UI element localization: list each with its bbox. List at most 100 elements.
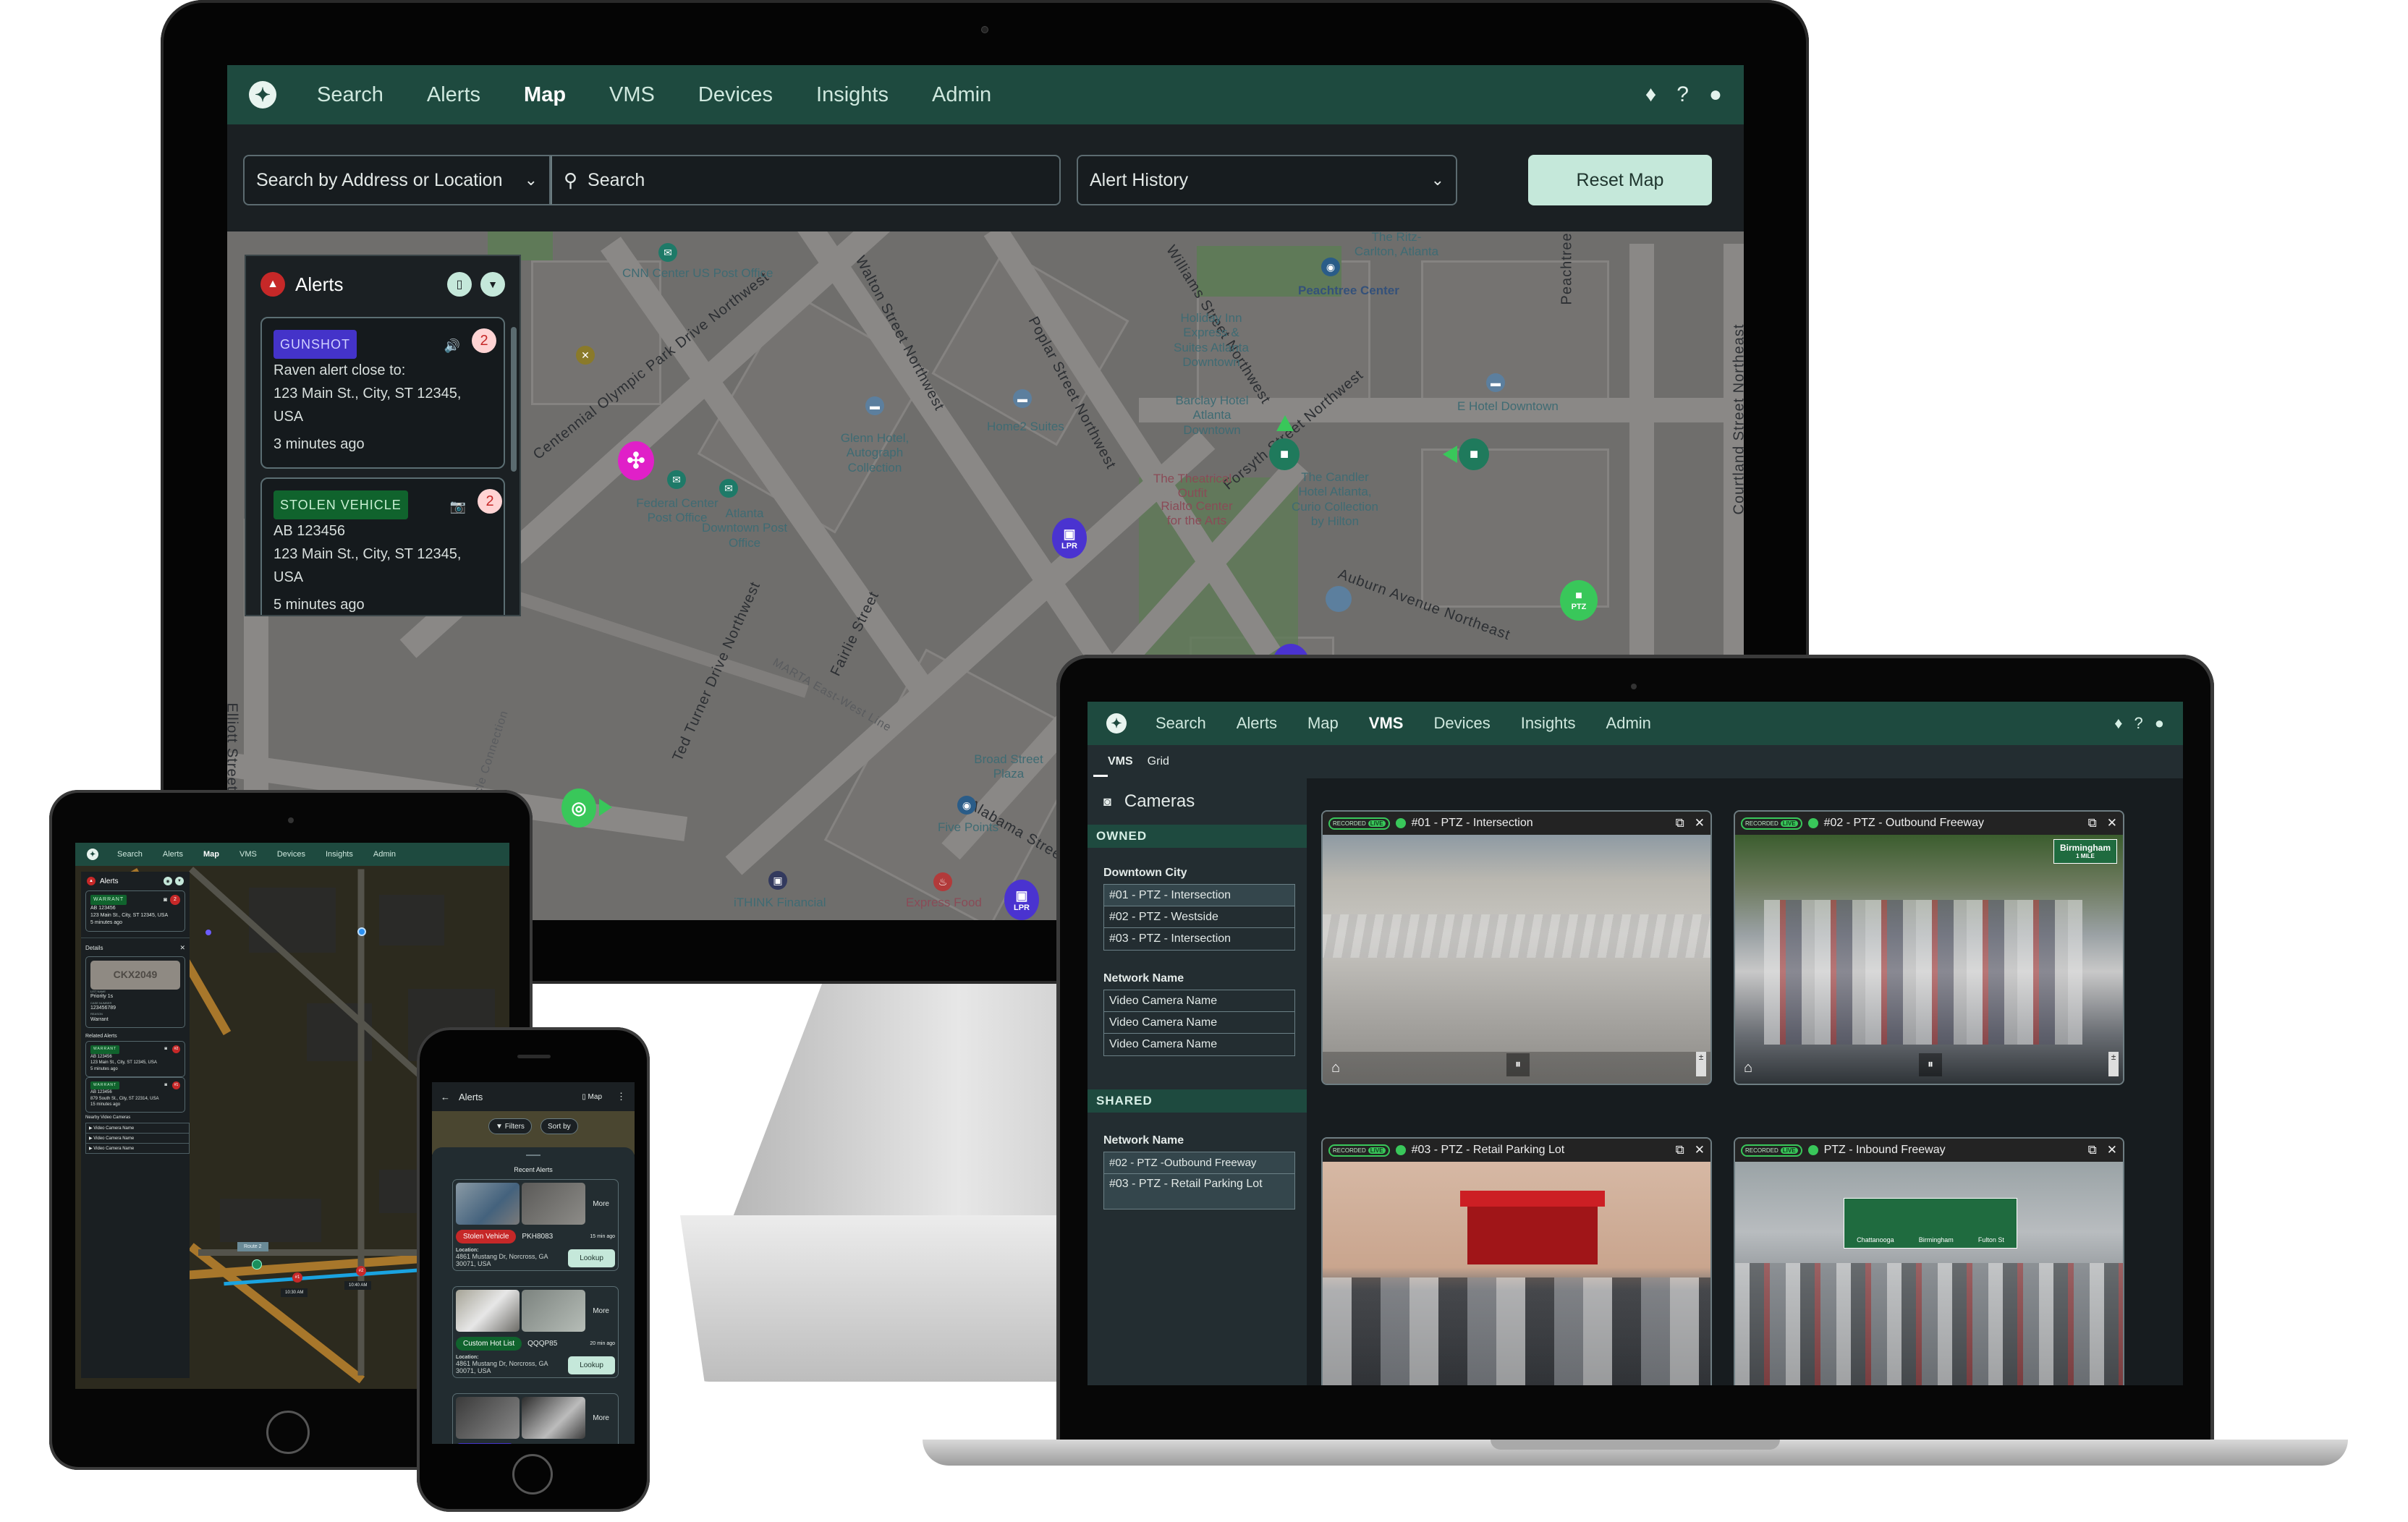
map-toggle-button[interactable]: ▯ Map [582, 1093, 602, 1101]
home-icon[interactable]: ⌂ [1331, 1060, 1340, 1076]
camera-marker[interactable]: ■ [1269, 438, 1300, 470]
pause-icon[interactable]: ⏸ [1506, 1053, 1530, 1076]
popout-icon[interactable]: ⧉ [1676, 816, 1684, 830]
camera-list-item[interactable]: #02 - PTZ -Outbound Freeway [1104, 1152, 1294, 1174]
camera-list-item[interactable]: #03 - PTZ - Retail Parking Lot [1104, 1174, 1294, 1209]
close-icon[interactable]: ✕ [1695, 1143, 1705, 1157]
filter-button[interactable]: ▼ [480, 272, 505, 297]
camera-list-item[interactable]: Video Camera Name [1104, 1034, 1294, 1055]
camera-tile[interactable]: RECORDED LIVE #01 - PTZ - Intersection ⧉ ✕… [1321, 810, 1712, 1085]
app-logo-icon[interactable]: ✦ [87, 849, 98, 860]
lookup-button[interactable]: Lookup [568, 1249, 615, 1267]
nav-admin[interactable]: Admin [1606, 714, 1651, 733]
ptz-camera-marker[interactable]: ■ PTZ [1560, 580, 1598, 621]
filters-chip[interactable]: ▼ Filters [488, 1118, 532, 1134]
camera-tile[interactable]: RECORDED LIVE PTZ - Inbound Freeway ⧉ ✕ Ch… [1734, 1137, 2124, 1385]
nav-admin[interactable]: Admin [932, 83, 991, 107]
home-icon[interactable]: ⌂ [1744, 1060, 1752, 1076]
close-icon[interactable]: ✕ [2107, 1143, 2117, 1157]
nav-map[interactable]: Map [203, 850, 219, 859]
camera-list-item[interactable]: #03 - PTZ - Intersection [1104, 928, 1294, 950]
popout-icon[interactable]: ⧉ [2088, 1143, 2097, 1157]
nav-vms[interactable]: VMS [609, 83, 655, 107]
bell-icon[interactable]: ♦ [1645, 82, 1656, 107]
alert-history-select[interactable]: Alert History ⌄ [1077, 155, 1457, 205]
route-stop-marker[interactable]: #2 [356, 1266, 366, 1276]
camera-list-item[interactable]: Video Camera Name [1104, 1012, 1294, 1034]
help-icon[interactable]: ? [1676, 82, 1689, 107]
nav-search[interactable]: Search [117, 850, 143, 859]
tab-grid[interactable]: Grid [1148, 755, 1169, 768]
app-logo-icon[interactable]: ✦ [249, 81, 276, 109]
user-icon[interactable]: ● [2155, 714, 2164, 733]
alert-card[interactable]: STOLEN VEHICLE 📷 2 AB 123456 123 Main St… [260, 477, 505, 615]
camera-list-item[interactable]: #01 - PTZ - Intersection [1104, 885, 1294, 906]
camera-marker[interactable]: ■ [1459, 438, 1489, 470]
nav-vms[interactable]: VMS [1369, 714, 1404, 733]
recorded-live-toggle[interactable]: RECORDED LIVE [1741, 817, 1802, 830]
nav-vms[interactable]: VMS [239, 850, 257, 859]
close-icon[interactable]: ✕ [1695, 816, 1705, 830]
nav-devices[interactable]: Devices [698, 83, 773, 107]
nav-alerts[interactable]: Alerts [163, 850, 183, 859]
camera-feed[interactable]: Birmingham 1 MILE ⌂ ⏸ ± [1735, 835, 2123, 1084]
route-stop-marker[interactable]: #1 [292, 1272, 302, 1283]
phone-home-button[interactable] [512, 1454, 553, 1495]
bell-icon[interactable]: ♦ [2114, 714, 2122, 733]
nav-devices[interactable]: Devices [277, 850, 305, 859]
related-alert-card[interactable]: WARRANT ◙ #2 AB 123456 123 Main St., Cit… [85, 1041, 185, 1077]
camera-list-item[interactable]: Video Camera Name [1104, 990, 1294, 1012]
recorded-live-toggle[interactable]: RECORDED LIVE [1741, 1144, 1802, 1157]
more-link[interactable]: More [593, 1307, 615, 1315]
nav-devices[interactable]: Devices [1433, 714, 1490, 733]
search-input[interactable]: ⚲ Search [551, 155, 1061, 205]
zoom-control[interactable]: ± [1696, 1052, 1706, 1076]
alert-card[interactable]: GUNSHOT 🔊 2 Raven alert close to: 123 Ma… [260, 317, 505, 469]
recorded-live-toggle[interactable]: RECORDED LIVE [1328, 1144, 1390, 1157]
back-arrow-icon[interactable]: ← [441, 1092, 450, 1102]
popout-icon[interactable]: ⧉ [1676, 1143, 1684, 1157]
sort-chip[interactable]: Sort by [540, 1118, 578, 1134]
nav-insights[interactable]: Insights [326, 850, 353, 859]
lpr-marker[interactable]: ▣ LPR [1004, 880, 1039, 920]
more-link[interactable]: More [593, 1414, 615, 1422]
phone-alert-card[interactable]: More Custom Hot List QQQP85 20 min ago L… [452, 1286, 619, 1378]
popout-icon[interactable]: ⧉ [2088, 816, 2097, 830]
phone-alert-card[interactable]: More Stolen Vehicle PKH8083 15 min ago L… [452, 1179, 619, 1271]
nearby-camera-item[interactable]: ▶ Video Camera Name [86, 1144, 189, 1153]
recorded-live-toggle[interactable]: RECORDED LIVE [1328, 817, 1390, 830]
phone-alert-card[interactable]: More [452, 1393, 619, 1444]
nav-map[interactable]: Map [524, 83, 566, 107]
reset-map-button[interactable]: Reset Map [1528, 155, 1712, 205]
related-alert-card[interactable]: WARRANT ◙ #1 AB 123456 879 South St., Ci… [85, 1076, 185, 1113]
camera-feed[interactable] [1323, 1162, 1710, 1385]
app-logo-icon[interactable]: ✦ [1106, 713, 1127, 734]
scrollbar[interactable] [511, 327, 517, 472]
route-origin-marker[interactable] [252, 1259, 262, 1270]
camera-button[interactable]: ◉ [164, 877, 172, 885]
filter-button[interactable]: ▼ [175, 877, 184, 885]
nearby-camera-item[interactable]: ▶ Video Camera Name [86, 1123, 189, 1134]
nav-search[interactable]: Search [1156, 714, 1206, 733]
nearby-camera-item[interactable]: ▶ Video Camera Name [86, 1134, 189, 1144]
dome-camera-marker[interactable]: ◎ [561, 788, 596, 828]
more-link[interactable]: More [593, 1200, 615, 1208]
nav-alerts[interactable]: Alerts [427, 83, 480, 107]
owned-section-header[interactable]: OWNED [1088, 825, 1307, 848]
lpr-marker[interactable]: ▣ LPR [1052, 518, 1087, 558]
help-icon[interactable]: ? [2134, 714, 2142, 733]
nav-insights[interactable]: Insights [816, 83, 889, 107]
drone-marker[interactable]: ✣ [618, 441, 654, 480]
shared-section-header[interactable]: SHARED [1088, 1089, 1307, 1113]
tab-vms[interactable]: VMS [1108, 755, 1133, 768]
more-menu-icon[interactable]: ⋮ [616, 1091, 626, 1102]
sheet-handle[interactable] [526, 1155, 540, 1156]
map-view-button[interactable]: ▯ [447, 272, 472, 297]
camera-list-item[interactable]: #02 - PTZ - Westside [1104, 906, 1294, 928]
pause-icon[interactable]: ⏸ [1919, 1053, 1942, 1076]
nav-map[interactable]: Map [1307, 714, 1339, 733]
tablet-home-button[interactable] [266, 1411, 310, 1454]
user-icon[interactable]: ● [1709, 82, 1722, 107]
nav-search[interactable]: Search [317, 83, 383, 107]
camera-feed[interactable]: Chattanooga Birmingham Fulton St [1735, 1162, 2123, 1385]
